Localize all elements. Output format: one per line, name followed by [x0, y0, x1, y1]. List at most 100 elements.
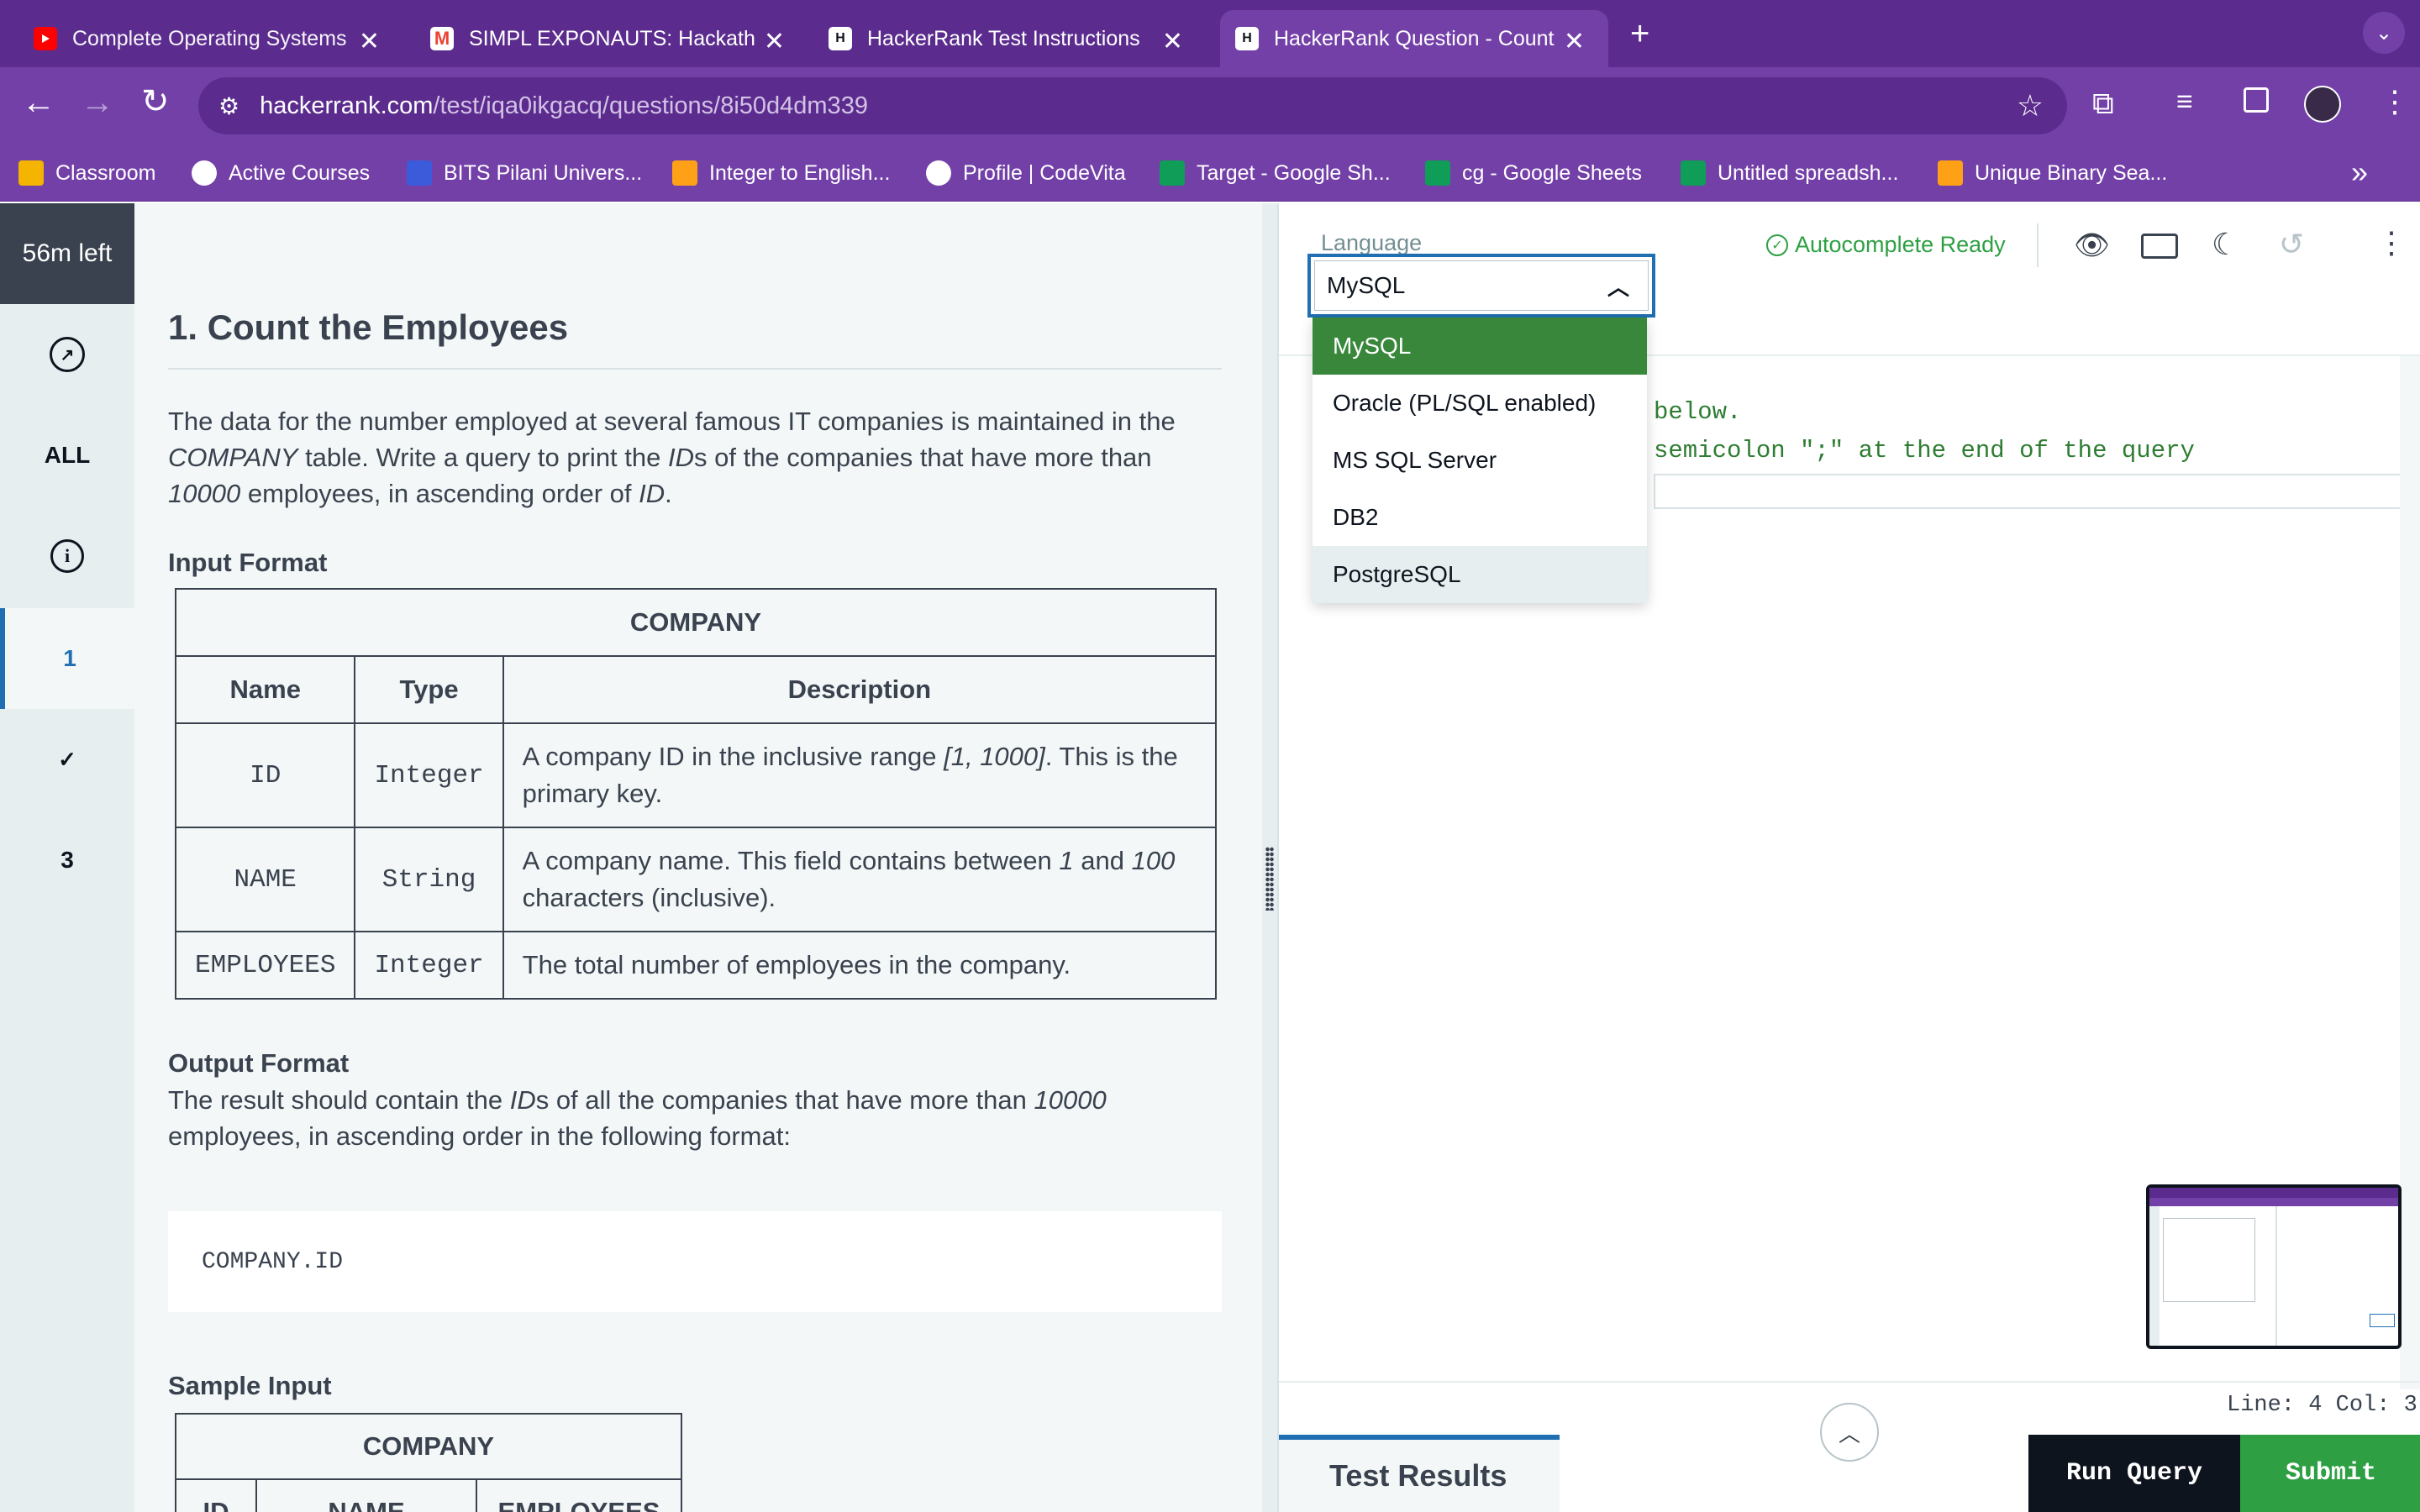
active-line-highlight — [1654, 474, 2420, 509]
reload-icon[interactable]: ↻ — [141, 82, 170, 121]
new-tab-button[interactable]: + — [1630, 15, 1649, 53]
sidebar-question-2-done[interactable]: ✓ — [0, 709, 134, 810]
bookmark-item[interactable]: Unique Binary Sea... — [1938, 156, 2167, 190]
tab-title: HackerRank Test Instructions — [867, 26, 1140, 50]
output-format-text: The result should contain the IDs of all… — [168, 1085, 1107, 1151]
side-panel-icon[interactable] — [2244, 87, 2269, 113]
close-tab-icon[interactable]: ✕ — [1564, 27, 1585, 56]
browser-tab[interactable]: H HackerRank Test Instructions ✕ — [829, 10, 1207, 67]
bookmark-label: Target - Google Sh... — [1197, 160, 1391, 185]
language-option-mysql[interactable]: MySQL — [1313, 318, 1647, 375]
cell-type: Integer — [354, 931, 504, 1000]
extensions-icon[interactable]: ⧉ — [2092, 86, 2114, 122]
avatar[interactable] — [2304, 86, 2341, 123]
column-header: ID — [175, 1478, 257, 1512]
history-icon[interactable]: ↺ — [2279, 227, 2304, 262]
sidebar-info-button[interactable]: i — [0, 506, 134, 606]
bookmark-star-icon[interactable]: ☆ — [2017, 88, 2044, 123]
browser-menu-icon[interactable]: ⋮ — [2380, 84, 2410, 119]
tab-title: HackerRank Question - Count — [1274, 26, 1555, 50]
input-format-heading: Input Format — [168, 548, 328, 577]
more-bookmarks-icon[interactable]: » — [2351, 155, 2368, 190]
bookmark-label: BITS Pilani Univers... — [444, 160, 643, 185]
language-dropdown-menu: MySQL Oracle (PL/SQL enabled) MS SQL Ser… — [1313, 318, 1647, 603]
tab-search-button[interactable]: ⌄ — [2363, 12, 2405, 54]
moon-icon[interactable]: ☾ — [2212, 227, 2238, 262]
sample-input-heading: Sample Input — [168, 1371, 332, 1400]
cell-description: A company ID in the inclusive range [1, … — [502, 722, 1218, 828]
chevron-up-icon: ︿ — [1838, 1420, 1860, 1446]
screen-share-preview[interactable] — [2146, 1184, 2402, 1349]
bookmark-item[interactable]: Profile | CodeVita — [926, 156, 1126, 190]
compass-icon: ↗ — [50, 337, 85, 372]
sidebar-all-questions[interactable]: ALL — [0, 405, 134, 506]
sidebar-compass-button[interactable]: ↗ — [0, 304, 134, 405]
run-query-button[interactable]: Run Query — [2028, 1435, 2240, 1512]
cell-name: ID — [174, 722, 356, 828]
bookmark-item[interactable]: Active Courses — [192, 156, 370, 190]
leetcode-icon — [672, 160, 697, 186]
browser-tab-active[interactable]: H HackerRank Question - Count ✕ — [1220, 10, 1608, 67]
bookmark-item[interactable]: Classroom — [18, 156, 155, 190]
cursor-position: Line: 4 Col: 3 — [2227, 1393, 2417, 1418]
sidebar-question-1[interactable]: 1 — [0, 608, 134, 709]
editor-scrollbar[interactable] — [2400, 356, 2420, 1389]
language-option-db2[interactable]: DB2 — [1313, 489, 1647, 546]
bookmark-label: Untitled spreadsh... — [1718, 160, 1899, 185]
back-icon[interactable]: ← — [22, 84, 55, 122]
selected-language: MySQL — [1327, 272, 1406, 298]
sidebar-question-3[interactable]: 3 — [0, 810, 134, 911]
cell-name: EMPLOYEES — [174, 931, 356, 1000]
google-sheets-icon — [1160, 160, 1185, 186]
browser-tab[interactable]: M SIMPL EXPONAUTS: Hackath ✕ — [430, 10, 808, 67]
bookmark-label: Integer to English... — [709, 160, 891, 185]
output-format-heading: Output Format — [168, 1048, 350, 1078]
language-option-oracle[interactable]: Oracle (PL/SQL enabled) — [1313, 375, 1647, 432]
expand-panel-button[interactable]: ︿ — [1820, 1403, 1879, 1462]
forward-icon[interactable]: → — [81, 84, 114, 122]
gmail-icon: M — [430, 27, 454, 50]
bookmark-item[interactable]: Untitled spreadsh... — [1681, 156, 1898, 190]
table-row: NAME String A company name. This field c… — [174, 827, 1218, 932]
column-header: NAME — [255, 1478, 477, 1512]
address-bar[interactable]: ⚙ hackerrank.com/test/iqa0ikgacq/questio… — [198, 77, 2067, 134]
bookmark-label: Profile | CodeVita — [963, 160, 1126, 185]
close-tab-icon[interactable]: ✕ — [1162, 27, 1183, 56]
cell-type: Integer — [354, 722, 504, 828]
bookmarks-bar: Classroom Active Courses BITS Pilani Uni… — [0, 144, 2420, 202]
panel-resize-handle[interactable] — [1262, 203, 1277, 1512]
more-options-icon[interactable]: ⋮ — [2376, 225, 2407, 260]
question-intro: The data for the number employed at seve… — [168, 407, 1176, 508]
url-path: /test/iqa0ikgacq/questions/8i50d4dm339 — [433, 92, 868, 119]
language-select[interactable]: MySQL ︿ — [1307, 254, 1655, 318]
hackerrank-icon: H — [1235, 27, 1259, 50]
bookmark-item[interactable]: BITS Pilani Univers... — [407, 156, 642, 190]
bookmark-item[interactable]: cg - Google Sheets — [1425, 156, 1642, 190]
site-info-icon[interactable]: ⚙ — [218, 92, 239, 120]
browser-tab[interactable]: Complete Operating Systems ✕ — [34, 10, 403, 67]
drag-grip-icon — [1265, 847, 1274, 911]
language-option-postgresql[interactable]: PostgreSQL — [1313, 546, 1647, 603]
table-row: EMPLOYEES Integer The total number of em… — [174, 931, 1218, 1000]
toolbar-divider — [2037, 223, 2039, 267]
submit-button[interactable]: Submit — [2240, 1435, 2420, 1512]
bookmark-item[interactable]: Target - Google Sh... — [1160, 156, 1391, 190]
chevron-up-icon: ︿ — [1607, 274, 1629, 300]
tab-title: SIMPL EXPONAUTS: Hackath — [469, 26, 755, 50]
globe-icon — [926, 160, 951, 186]
classroom-icon — [18, 160, 44, 186]
media-control-icon[interactable]: ≡ — [2176, 86, 2193, 118]
bookmark-item[interactable]: Integer to English... — [672, 156, 890, 190]
test-results-tab[interactable]: Test Results — [1279, 1435, 1560, 1512]
check-circle-icon: ✓ — [1766, 234, 1788, 256]
column-header: Type — [354, 655, 504, 724]
close-tab-icon[interactable]: ✕ — [764, 27, 785, 56]
test-results-label: Test Results — [1329, 1458, 1507, 1493]
google-sheets-icon — [1681, 160, 1706, 186]
autocomplete-label: Autocomplete Ready — [1795, 232, 2006, 257]
keyboard-icon[interactable] — [2141, 234, 2178, 259]
language-option-mssql[interactable]: MS SQL Server — [1313, 432, 1647, 489]
autocomplete-status[interactable]: ✓ Autocomplete Ready — [1766, 232, 2006, 258]
eye-icon[interactable]: 👁 — [2074, 228, 2110, 262]
close-tab-icon[interactable]: ✕ — [359, 27, 380, 56]
